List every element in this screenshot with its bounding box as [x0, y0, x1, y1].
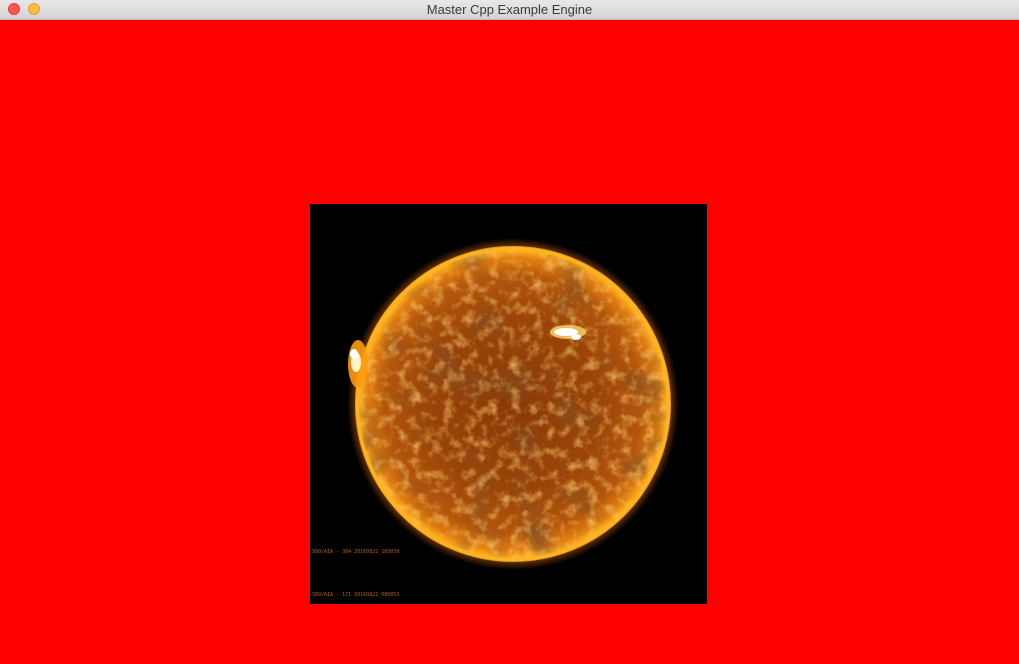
close-button[interactable] — [8, 3, 20, 15]
window-title: Master Cpp Example Engine — [426, 2, 593, 17]
minimize-button[interactable] — [28, 3, 40, 15]
sun-sprite-image: SDO/AIA - 304 20160822_103039 SDO/AIA - … — [310, 204, 707, 604]
title-bar[interactable]: Master Cpp Example Engine — [0, 0, 1019, 20]
image-caption-top: SDO/AIA - 304 20160822_103039 — [312, 549, 400, 555]
render-viewport: SDO/AIA - 304 20160822_103039 SDO/AIA - … — [0, 20, 1019, 664]
sun-image — [347, 238, 679, 570]
app-window: Master Cpp Example Engine SDO/AIA - 304 … — [0, 0, 1019, 664]
image-caption-bottom: SDO/AIA - 171 20160822_080853 — [312, 592, 400, 598]
